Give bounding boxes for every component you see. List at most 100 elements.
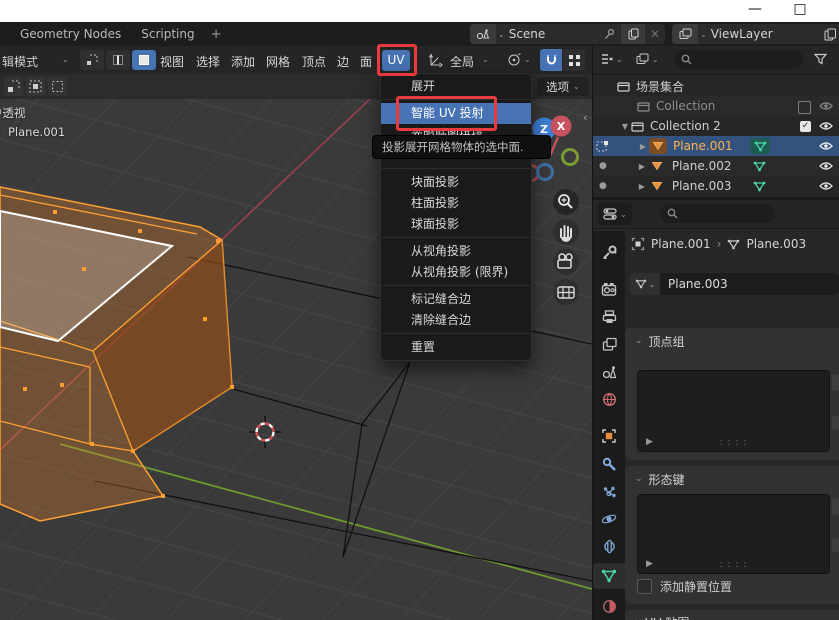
menu-item-cube-projection[interactable]: 块面投影 <box>381 172 531 193</box>
new-scene-icon[interactable] <box>621 24 645 44</box>
menu-item-clear-seam[interactable]: 清除缝合边 <box>381 310 531 331</box>
outliner: ⌄ ⌄ 场景集合 Collection <box>593 46 839 197</box>
menu-view[interactable]: 视图 <box>160 53 184 70</box>
tab-material[interactable] <box>593 593 625 619</box>
object-icon <box>631 237 645 251</box>
add-workspace-button[interactable]: + <box>205 27 228 42</box>
shape-key-specials-button[interactable] <box>832 538 839 552</box>
menu-uv[interactable]: UV <box>382 50 410 71</box>
editor-divider-horizontal[interactable] <box>593 197 839 200</box>
outliner-row-plane-003[interactable]: ● ▶ Plane.003 <box>593 176 839 196</box>
eye-icon[interactable] <box>819 101 833 111</box>
tab-object[interactable] <box>593 423 625 449</box>
menu-item-cylinder-projection[interactable]: 柱面投影 <box>381 193 531 214</box>
workspace-tab-scripting[interactable]: Scripting <box>131 22 204 46</box>
pin-icon[interactable] <box>604 28 615 40</box>
breadcrumb-object[interactable]: Plane.001 <box>651 237 711 251</box>
blender-window: — □ Geometry Nodes Scripting + ⌄ Scene ✕… <box>0 0 839 620</box>
menu-item-project-from-view[interactable]: 从视角投影 <box>381 241 531 262</box>
vertex-select-button[interactable] <box>80 50 104 70</box>
menu-item-mark-seam[interactable]: 标记缝合边 <box>381 289 531 310</box>
uv-maps-panel[interactable]: › UV 贴图 <box>625 610 839 620</box>
add-shape-key-button[interactable] <box>832 498 839 515</box>
tab-output[interactable] <box>593 304 625 330</box>
outliner-row-scene-collection[interactable]: 场景集合 <box>593 76 839 96</box>
outliner-row-collection-2[interactable]: ▼ Collection 2 ✓ <box>593 116 839 136</box>
menu-item-project-from-view-bounds[interactable]: 从视角投影 (限界) <box>381 262 531 283</box>
snap-magnet-button[interactable] <box>540 49 562 71</box>
exclude-checkbox[interactable] <box>798 101 811 114</box>
vertex-groups-header[interactable]: ⌄ 顶点组 <box>625 328 839 354</box>
menu-vertex[interactable]: 顶点 <box>302 53 326 70</box>
properties-icon <box>603 208 617 220</box>
options-dropdown[interactable]: 选项⌄ <box>537 77 589 96</box>
expand-icon[interactable]: ▶ <box>646 559 653 569</box>
shape-keys-header[interactable]: ⌄ 形态键 <box>625 466 839 492</box>
editor-type-dropdown[interactable]: ⌄ <box>598 203 632 225</box>
workspace-tab-geometry-nodes[interactable]: Geometry Nodes <box>10 22 131 46</box>
expand-icon[interactable]: ▶ <box>646 437 653 447</box>
eye-icon[interactable] <box>819 121 833 131</box>
new-viewlayer-icon[interactable] <box>824 28 837 41</box>
outliner-row-plane-002[interactable]: ● ▶ Plane.002 <box>593 156 839 176</box>
resize-grip[interactable]: : : : : <box>720 438 748 448</box>
snap-elements-button[interactable] <box>563 49 585 71</box>
outliner-row-plane-001[interactable]: ▶ Plane.001 <box>593 136 839 156</box>
mesh-name-field[interactable]: ⌄ Plane.003 <box>630 273 839 295</box>
properties-search-input[interactable] <box>660 204 775 223</box>
tab-particles[interactable] <box>593 479 625 505</box>
menu-face[interactable]: 面 <box>360 53 372 70</box>
orientation-dropdown[interactable]: 全局 <box>450 53 474 70</box>
tab-scene[interactable] <box>593 359 625 385</box>
selected-mesh <box>0 187 234 521</box>
mode-dropdown[interactable]: 辑模式 <box>2 53 38 70</box>
eye-icon[interactable] <box>819 161 833 171</box>
menu-mesh[interactable]: 网格 <box>266 53 290 70</box>
vertex-groups-list[interactable]: ▶ : : : : <box>637 370 830 452</box>
scene-selector[interactable]: ⌄ Scene ✕ <box>470 24 665 44</box>
shape-keys-list[interactable]: ▶ : : : : <box>637 494 830 574</box>
eye-icon[interactable] <box>819 141 833 151</box>
tab-view-layer[interactable] <box>593 331 625 357</box>
select-mode-subtract-button[interactable] <box>48 77 67 96</box>
tab-modifiers[interactable] <box>593 451 625 477</box>
filter-funnel-icon[interactable] <box>814 53 827 65</box>
tab-world[interactable] <box>593 386 625 412</box>
topbar: Geometry Nodes Scripting + ⌄ Scene ✕ ⌄ V… <box>0 22 839 46</box>
breadcrumb-data[interactable]: Plane.003 <box>746 237 806 251</box>
outliner-row-collection[interactable]: Collection <box>593 96 839 116</box>
maximize-button[interactable]: □ <box>790 1 810 17</box>
select-mode-new-button[interactable] <box>4 77 23 96</box>
face-select-button[interactable] <box>132 50 156 70</box>
editor-divider-vertical[interactable] <box>592 46 593 620</box>
menu-edge[interactable]: 边 <box>337 53 349 70</box>
eye-icon[interactable] <box>819 181 833 191</box>
menu-select[interactable]: 选择 <box>196 53 220 70</box>
tab-tool[interactable] <box>593 239 625 265</box>
select-mode-extend-button[interactable] <box>26 77 45 96</box>
filter-type-icon[interactable] <box>636 53 649 65</box>
tab-constraints[interactable] <box>593 533 625 559</box>
outliner-search-input[interactable] <box>674 50 803 69</box>
tab-object-data[interactable] <box>593 563 625 589</box>
pivot-point-icon[interactable] <box>506 52 522 68</box>
menu-item-sphere-projection[interactable]: 球面投影 <box>381 214 531 235</box>
tab-render[interactable] <box>593 276 625 302</box>
viewlayer-selector[interactable]: ⌄ ViewLayer <box>672 24 839 44</box>
menu-item-smart-uv-project[interactable]: 智能 UV 投射 <box>381 103 531 124</box>
resize-grip[interactable]: : : : : <box>720 560 748 570</box>
rest-position-checkbox[interactable] <box>637 579 652 594</box>
menu-add[interactable]: 添加 <box>231 53 255 70</box>
uv-dropdown-menu: 展开 智能 UV 投射 光照贴图拼排 块面投影 柱面投影 球面投影 从视角投影 … <box>380 73 532 361</box>
menu-item-reset[interactable]: 重置 <box>381 337 531 358</box>
display-mode-icon[interactable] <box>600 53 614 66</box>
outliner-header: ⌄ ⌄ <box>593 46 839 75</box>
tab-physics[interactable] <box>593 506 625 532</box>
menu-item-unwrap[interactable]: 展开 <box>381 76 531 97</box>
viewlayer-icon <box>672 24 698 44</box>
exclude-checkbox[interactable]: ✓ <box>800 121 811 132</box>
minimize-button[interactable]: — <box>745 1 765 17</box>
add-vertex-group-button[interactable] <box>832 374 839 391</box>
edge-select-button[interactable] <box>106 50 130 70</box>
vertex-group-specials-button[interactable] <box>832 416 839 430</box>
